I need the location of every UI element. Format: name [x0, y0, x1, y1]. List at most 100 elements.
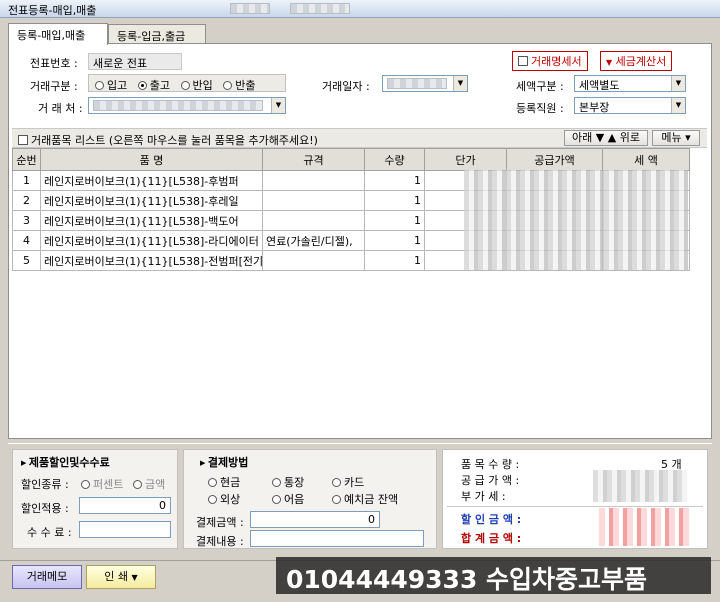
blurred-totals: [599, 508, 689, 546]
col-header-qty[interactable]: 수량: [364, 148, 425, 171]
cell-no[interactable]: 5: [12, 250, 41, 271]
cell-name[interactable]: 레인지로버이보크(1){11}[L538]-백도어: [40, 210, 263, 231]
tax-invoice-checkbox[interactable]: ▼ 세금계산서: [600, 51, 673, 71]
cell-name[interactable]: 레인지로버이보크(1){11}[L538]-후레일: [40, 190, 263, 211]
chevron-down-icon[interactable]: ▼: [453, 76, 467, 91]
pay-amount-input[interactable]: 0: [250, 511, 380, 528]
tax-type-label: 세액구분 :: [516, 80, 564, 93]
pay-card[interactable]: 카드: [332, 474, 364, 490]
radio-out[interactable]: 출고: [137, 79, 170, 92]
radio-amount[interactable]: 금액: [133, 476, 165, 492]
trade-type-label: 거래구분 :: [30, 80, 78, 93]
cell-qty[interactable]: 1: [364, 210, 425, 231]
cell-name[interactable]: 레인지로버이보크(1){11}[L538]-전범퍼[전기: [40, 250, 263, 271]
trade-memo-button[interactable]: 거래메모: [12, 565, 82, 589]
cell-qty[interactable]: 1: [364, 230, 425, 251]
staff-value: 본부장: [579, 101, 610, 114]
radio-label: 외상: [220, 493, 241, 506]
cell-no[interactable]: 3: [12, 210, 41, 231]
blurred-price-area: [464, 170, 688, 270]
radio-label: 반출: [235, 79, 256, 92]
fee-input[interactable]: [79, 521, 171, 538]
pay-cash[interactable]: 현금: [208, 474, 240, 490]
cell-qty[interactable]: 1: [364, 170, 425, 191]
staff-select[interactable]: 본부장 ▼: [574, 97, 686, 114]
cell-no[interactable]: 2: [12, 190, 41, 211]
cell-spec[interactable]: 연료(가솔린/디젤),: [262, 230, 365, 251]
items-list-toggle[interactable]: 거래품목 리스트 (오른쪽 마우스를 눌러 품목을 추가해주세요!): [18, 132, 318, 148]
cell-no[interactable]: 1: [12, 170, 41, 191]
cell-name[interactable]: 레인지로버이보크(1){11}[L538]-라디에이터: [40, 230, 263, 251]
item-count-label: 품 목 수 량 :: [461, 458, 520, 471]
radio-return-out[interactable]: 반출: [223, 79, 256, 92]
summary-divider: [447, 506, 703, 507]
cell-spec[interactable]: [262, 250, 365, 271]
radio-icon: [332, 478, 341, 487]
chevron-down-icon[interactable]: ▼: [671, 76, 685, 91]
radio-icon: [272, 478, 281, 487]
pay-bill[interactable]: 어음: [272, 491, 304, 507]
supply-label: 공 급 가 액 :: [461, 474, 520, 487]
menu-button[interactable]: 메뉴 ▾: [652, 130, 700, 146]
trade-date-blurred: [387, 78, 447, 89]
client-select[interactable]: ▼: [88, 97, 286, 114]
cell-spec[interactable]: [262, 170, 365, 191]
cell-spec[interactable]: [262, 190, 365, 211]
radio-icon: [81, 480, 90, 489]
radio-percent[interactable]: 퍼센트: [81, 476, 123, 492]
col-header-no[interactable]: 순번: [12, 148, 41, 171]
payment-title: 결제방법: [200, 454, 248, 470]
chevron-down-icon[interactable]: ▼: [671, 98, 685, 113]
radio-label: 출고: [149, 79, 170, 92]
radio-icon: [208, 495, 217, 504]
chevron-down-icon[interactable]: ▼: [271, 98, 285, 113]
tab-deposit-withdraw[interactable]: 등록-입금,출금: [108, 24, 206, 44]
items-grid: 순번 품 명 규격 수량 단가 공급가액 세 액 1 레인지로버이보크(1){11…: [12, 148, 707, 437]
radio-label: 예치금 잔액: [344, 493, 399, 506]
cell-spec[interactable]: [262, 210, 365, 231]
pay-bank[interactable]: 통장: [272, 474, 304, 490]
col-header-name[interactable]: 품 명: [40, 148, 263, 171]
radio-icon: [272, 495, 281, 504]
payment-section: 결제방법 현금 통장 카드 외상 어음 예치금 잔액 결제금액 : 0 결제내용…: [183, 449, 437, 549]
tab-label: 등록-매입,매출: [17, 29, 86, 42]
staff-label: 등록직원 :: [516, 102, 564, 115]
pay-amount-label: 결제금액 :: [196, 516, 244, 529]
radio-label: 퍼센트: [93, 478, 124, 491]
cell-name[interactable]: 레인지로버이보크(1){11}[L538]-후범퍼: [40, 170, 263, 191]
move-row-button[interactable]: 아래 ▼ ▲ 위로: [564, 130, 648, 146]
radio-in[interactable]: 입고: [95, 79, 127, 92]
blurred-summary: [593, 470, 687, 502]
radio-label: 금액: [145, 478, 166, 491]
tax-type-select[interactable]: 세액별도 ▼: [574, 75, 686, 92]
window-title: 전표등록-매입,매출: [8, 4, 97, 17]
pay-credit[interactable]: 외상: [208, 491, 240, 507]
pay-deposit[interactable]: 예치금 잔액: [332, 491, 398, 507]
chevron-down-icon: ▼: [131, 573, 138, 582]
radio-icon: [332, 495, 341, 504]
discount-kind-label: 할인종류 :: [21, 478, 69, 491]
tab-purchase-sales[interactable]: 등록-매입,매출: [8, 23, 108, 45]
col-header-supply[interactable]: 공급가액: [506, 148, 603, 171]
col-header-spec[interactable]: 규격: [262, 148, 365, 171]
print-button[interactable]: 인 쇄 ▼: [86, 565, 156, 589]
radio-icon: [223, 81, 233, 90]
col-header-tax[interactable]: 세 액: [602, 148, 690, 171]
radio-icon: [180, 81, 190, 90]
cell-qty[interactable]: 1: [364, 250, 425, 271]
cell-qty[interactable]: 1: [364, 190, 425, 211]
discount-apply-input[interactable]: 0: [79, 497, 171, 514]
trade-date-picker[interactable]: ▼: [382, 75, 468, 92]
triangle-icon: ▼: [606, 58, 613, 67]
checkbox-label: 세금계산서: [615, 55, 667, 68]
discount-total-label: 할 인 금 액 :: [461, 513, 522, 526]
radio-label: 통장: [284, 476, 305, 489]
radio-return-in[interactable]: 반입: [180, 79, 213, 92]
cell-no[interactable]: 4: [12, 230, 41, 251]
statement-checkbox[interactable]: 거래명세서: [512, 51, 588, 71]
col-header-unit-price[interactable]: 단가: [424, 148, 507, 171]
vat-label: 부 가 세 :: [461, 490, 506, 503]
print-label: 인 쇄: [104, 570, 129, 583]
radio-label: 반입: [192, 79, 213, 92]
pay-memo-input[interactable]: [250, 530, 424, 547]
